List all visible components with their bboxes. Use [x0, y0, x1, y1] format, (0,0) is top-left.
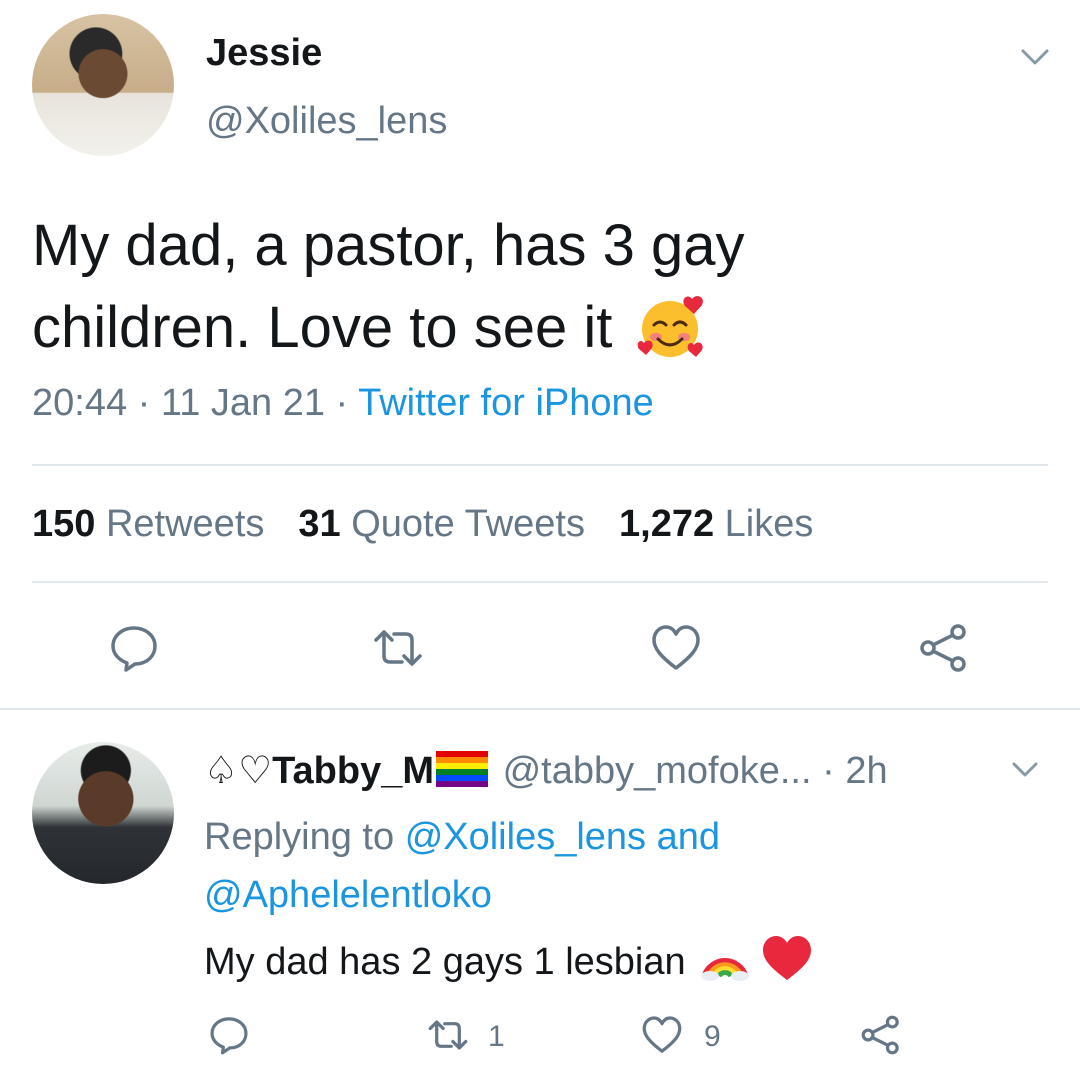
- tweet-separator: [0, 708, 1080, 710]
- reply-time[interactable]: 2h: [845, 750, 887, 792]
- reply-text-body: My dad has 2 gays 1 lesbian: [204, 941, 686, 983]
- share-icon[interactable]: [860, 1014, 902, 1056]
- replying-and: and: [656, 816, 721, 858]
- likes-label: Likes: [724, 503, 814, 545]
- like-count: 9: [704, 1020, 721, 1053]
- meta-separator: ·: [127, 382, 161, 424]
- reply-icon[interactable]: [108, 622, 160, 674]
- user-handle[interactable]: @Xoliles_lens: [206, 100, 447, 143]
- rainbow-icon: [701, 958, 750, 981]
- tweet-text: My dad, a pastor, has 3 gay children. Lo…: [32, 205, 1042, 369]
- quote-tweets-count: 31: [298, 503, 341, 545]
- like-icon[interactable]: [640, 1014, 684, 1056]
- reply-handle[interactable]: @tabby_mofoke...: [503, 750, 812, 792]
- retweet-icon[interactable]: [372, 622, 424, 674]
- reply-header: ♤♡Tabby_M @tabby_mofoke... · 2h: [204, 748, 888, 793]
- replying-to: Replying to @Xoliles_lens and @Aphelelen…: [204, 808, 1044, 924]
- display-name[interactable]: Jessie: [206, 32, 322, 75]
- retweets-stat[interactable]: 150 Retweets: [32, 503, 264, 545]
- tweet-stats: 150 Retweets 31 Quote Tweets 1,272 Likes: [32, 503, 813, 546]
- retweets-label: Retweets: [105, 503, 265, 545]
- tweet-date: 11 Jan 21: [160, 382, 325, 424]
- mention-link[interactable]: @Aphelelentloko: [204, 874, 492, 916]
- share-icon[interactable]: [918, 622, 970, 674]
- reply-avatar[interactable]: [32, 742, 174, 884]
- name-symbols: ♤♡: [204, 750, 273, 792]
- avatar[interactable]: [32, 14, 174, 156]
- tweet-text-line: My dad, a pastor, has 3 gay: [32, 213, 745, 278]
- reply-display-name[interactable]: ♤♡Tabby_M: [204, 750, 434, 792]
- replying-label: Replying to: [204, 816, 395, 858]
- tweet-time: 20:44: [32, 382, 128, 424]
- divider: [32, 581, 1048, 583]
- quote-tweets-label: Quote Tweets: [351, 503, 585, 545]
- reply-icon[interactable]: [208, 1014, 250, 1056]
- likes-count: 1,272: [619, 503, 715, 545]
- meta-separator: ·: [324, 382, 359, 424]
- tweet-text-line: children. Love to see it: [32, 287, 1042, 369]
- retweet-count: 1: [488, 1020, 505, 1053]
- smiling-face-with-hearts-icon: [638, 295, 704, 357]
- retweet-icon[interactable]: [426, 1014, 470, 1056]
- divider: [32, 464, 1048, 466]
- tweet-text-line-2: children. Love to see it: [32, 295, 613, 360]
- time-separator: ·: [811, 750, 846, 792]
- red-heart-icon: [762, 936, 811, 980]
- quote-tweets-stat[interactable]: 31 Quote Tweets: [298, 503, 585, 545]
- chevron-down-icon[interactable]: [1010, 754, 1040, 784]
- reply-text: My dad has 2 gays 1 lesbian: [204, 932, 813, 984]
- tweet-source-link[interactable]: Twitter for iPhone: [358, 382, 654, 424]
- likes-stat[interactable]: 1,272 Likes: [619, 503, 813, 545]
- retweets-count: 150: [32, 503, 96, 545]
- rainbow-flag-icon: [436, 751, 489, 787]
- reply-name-text: Tabby_M: [272, 750, 435, 792]
- chevron-down-icon[interactable]: [1018, 40, 1052, 74]
- tweet-meta: 20:44 · 11 Jan 21 · Twitter for iPhone: [32, 382, 654, 425]
- mention-link[interactable]: @Xoliles_lens: [405, 816, 646, 858]
- like-icon[interactable]: [650, 622, 702, 674]
